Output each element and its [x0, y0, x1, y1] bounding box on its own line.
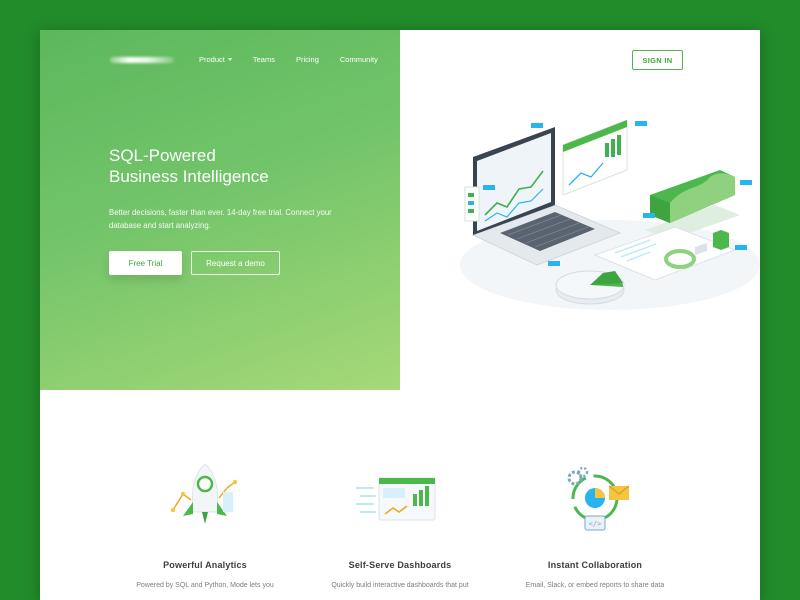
blue-tag — [635, 121, 647, 126]
feature-instant-collaboration: </> Instant Collaboration Email, Slack, … — [505, 458, 685, 589]
nav-item-label: Teams — [252, 55, 275, 64]
nav-item-pricing[interactable]: Pricing — [296, 55, 319, 64]
headline-line-2: Business Intelligence — [109, 167, 269, 186]
nav-item-teams[interactable]: Teams — [253, 55, 275, 64]
landing-page: Product Teams Pricing Community SIGN IN … — [40, 30, 760, 600]
blue-tag — [643, 213, 655, 218]
dashboard-icon — [310, 458, 490, 538]
request-demo-button[interactable]: Request a demo — [191, 251, 280, 275]
analytics-illustration — [460, 119, 760, 310]
collaboration-icon: </> — [505, 458, 685, 538]
floating-dashboard-panel — [562, 119, 628, 196]
feature-description: Quickly build interactive dashboards tha… — [331, 582, 469, 589]
nav-item-label: Community — [339, 55, 378, 64]
blue-tag — [548, 261, 560, 266]
rocket-icon — [115, 458, 295, 538]
feature-title: Powerful Analytics — [163, 560, 247, 570]
blue-tag — [735, 245, 747, 250]
feature-self-serve-dashboards: Self-Serve Dashboards Quickly build inte… — [310, 458, 490, 589]
svg-text:</>: </> — [589, 520, 602, 528]
small-bar-cube — [713, 230, 729, 250]
nav-item-label: Product — [199, 55, 225, 64]
hero-section: Product Teams Pricing Community SIGN IN … — [40, 30, 760, 390]
feature-title: Instant Collaboration — [547, 560, 643, 570]
brand-logo[interactable] — [110, 57, 174, 63]
chevron-down-icon — [227, 58, 232, 61]
feature-powerful-analytics: Powerful Analytics Powered by SQL and Py… — [115, 458, 295, 589]
feature-description: Email, Slack, or embed reports to share … — [525, 582, 665, 589]
blue-tag — [531, 123, 543, 128]
blue-tag — [483, 185, 495, 190]
nav-item-label: Pricing — [295, 55, 319, 64]
sign-in-button[interactable]: SIGN IN — [632, 50, 683, 70]
headline-line-1: SQL-Powered — [109, 146, 216, 165]
nav-item-product[interactable]: Product — [199, 55, 232, 64]
free-trial-button[interactable]: Free Trial — [109, 251, 182, 275]
hero-headline: SQL-Powered Business Intelligence — [109, 145, 369, 187]
feature-description: Powered by SQL and Python, Mode lets you — [136, 582, 274, 589]
nav-item-community[interactable]: Community — [340, 55, 378, 64]
hero-subtext: Better decisions, faster than ever. 14-d… — [109, 208, 332, 230]
blue-tag — [740, 180, 752, 185]
feature-title: Self-Serve Dashboards — [348, 560, 452, 570]
main-nav: Product Teams Pricing Community — [199, 55, 378, 64]
